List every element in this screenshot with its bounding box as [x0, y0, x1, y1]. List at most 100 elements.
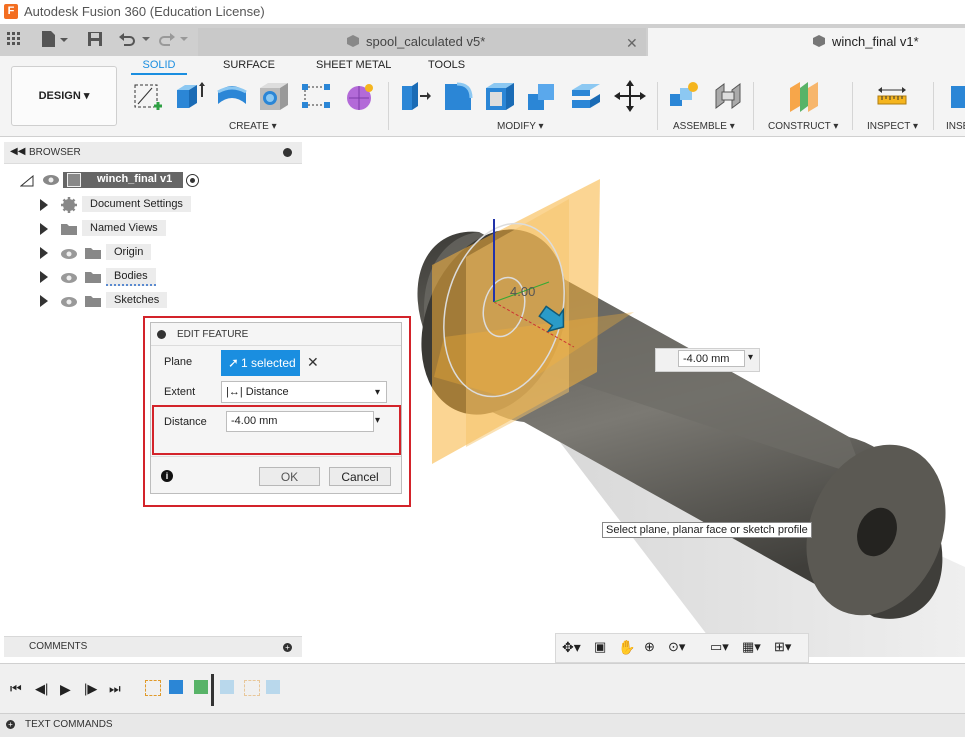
folder-icon	[60, 222, 78, 239]
plane-label: Plane	[164, 356, 193, 368]
eye-icon[interactable]	[60, 272, 78, 287]
info-icon[interactable]: i	[161, 470, 173, 482]
expand-arrow-icon[interactable]	[40, 295, 48, 307]
create-menu[interactable]: CREATE ▾	[229, 121, 277, 132]
inspect-menu[interactable]: INSPECT ▾	[867, 121, 918, 132]
offset-face-icon[interactable]	[570, 80, 602, 112]
chevron-down-icon[interactable]: ▾	[748, 352, 753, 363]
tab-tools[interactable]: TOOLS	[428, 59, 465, 71]
clear-selection-icon[interactable]: ✕	[307, 354, 319, 371]
divider	[151, 456, 401, 457]
text-commands-title[interactable]: TEXT COMMANDS	[25, 719, 113, 730]
expand-arrow-icon[interactable]	[40, 247, 48, 259]
sidebar-item-bodies[interactable]: Bodies	[106, 268, 156, 286]
modify-menu[interactable]: MODIFY ▾	[497, 121, 544, 132]
step-back-icon[interactable]: ◀|	[35, 681, 48, 697]
sidebar-item-origin[interactable]: Origin	[106, 244, 152, 260]
cancel-button[interactable]: Cancel	[329, 467, 391, 486]
pan-icon[interactable]: ✋	[618, 639, 635, 656]
step-forward-icon[interactable]: |▶	[84, 681, 97, 697]
tab-surface[interactable]: SURFACE	[223, 59, 275, 71]
minimize-icon[interactable]	[283, 148, 292, 157]
zoom-window-icon[interactable]: ⊙▾	[668, 639, 685, 655]
timeline-sketch-icon[interactable]	[145, 680, 161, 696]
pattern-icon[interactable]	[300, 80, 332, 112]
file-icon[interactable]	[40, 30, 68, 51]
separator	[933, 82, 934, 130]
hole-icon[interactable]	[258, 80, 290, 112]
fillet-icon[interactable]	[442, 80, 474, 112]
timeline-sketch-icon[interactable]	[244, 680, 260, 696]
joint-icon[interactable]	[712, 80, 744, 112]
sidebar-item-document-settings[interactable]: Document Settings	[82, 196, 191, 212]
tab-solid[interactable]: SOLID	[131, 59, 187, 75]
zoom-icon[interactable]: ⊕	[644, 639, 655, 655]
plane-selection-button[interactable]: ➚ 1 selected	[221, 350, 300, 376]
floating-distance-input: -4.00 mm ▾	[655, 348, 760, 372]
workspace-switcher-button[interactable]: DESIGN ▾	[11, 66, 117, 126]
dialog-header: EDIT FEATURE	[151, 323, 401, 346]
shell-icon[interactable]	[484, 80, 516, 112]
look-at-icon[interactable]: ▣	[594, 639, 606, 655]
expand-arrow-icon[interactable]	[40, 271, 48, 283]
extrude-icon[interactable]	[174, 80, 206, 112]
timeline-plane-icon[interactable]	[194, 680, 208, 694]
offset-plane-icon[interactable]	[788, 80, 820, 112]
timeline-feature-icon[interactable]	[266, 680, 280, 694]
collapse-icon[interactable]: ◀◀	[10, 146, 25, 157]
comments-panel-header: COMMENTS +	[4, 636, 302, 657]
tab-sheet-metal[interactable]: SHEET METAL	[316, 59, 391, 71]
eye-icon[interactable]	[60, 248, 78, 263]
activate-icon[interactable]	[186, 174, 199, 187]
insert-menu[interactable]: INSE	[946, 121, 965, 132]
grid-settings-icon[interactable]: ▦▾	[742, 639, 761, 655]
chevron-down-icon: ▾	[375, 387, 381, 398]
go-to-end-icon[interactable]: ⏭	[109, 681, 121, 697]
comments-title: COMMENTS	[29, 641, 88, 652]
combine-icon[interactable]	[526, 80, 558, 112]
press-pull-icon[interactable]	[400, 80, 432, 112]
separator	[657, 82, 658, 130]
browser-root-item[interactable]: winch_final v1	[63, 172, 183, 188]
orbit-icon[interactable]: ✥▾	[562, 639, 581, 656]
redo-icon[interactable]	[158, 31, 192, 50]
sidebar-item-sketches[interactable]: Sketches	[106, 292, 168, 308]
measure-icon[interactable]	[876, 80, 908, 112]
go-to-start-icon[interactable]: ⏮	[10, 681, 22, 697]
eye-icon[interactable]	[60, 296, 78, 311]
add-comment-icon[interactable]: +	[283, 643, 292, 652]
separator	[753, 82, 754, 130]
eye-icon[interactable]	[42, 174, 60, 189]
save-icon[interactable]	[87, 31, 103, 50]
construct-menu[interactable]: CONSTRUCT ▾	[768, 121, 838, 132]
display-settings-icon[interactable]: ▭▾	[710, 639, 729, 655]
sidebar-item-named-views[interactable]: Named Views	[82, 220, 166, 236]
collapse-dialog-icon[interactable]	[157, 330, 166, 339]
apps-grid-icon[interactable]	[6, 31, 22, 50]
expand-icon[interactable]: +	[6, 720, 15, 729]
expand-arrow-icon[interactable]	[40, 199, 48, 211]
browser-panel-header: ◀◀ BROWSER	[4, 142, 302, 164]
create-sketch-icon[interactable]	[132, 80, 164, 112]
timeline-feature-icon[interactable]	[220, 680, 234, 694]
timeline-extrude-icon[interactable]	[169, 680, 183, 694]
move-copy-icon[interactable]	[614, 80, 646, 112]
assemble-menu[interactable]: ASSEMBLE ▾	[673, 121, 735, 132]
viewports-icon[interactable]: ⊞▾	[774, 639, 791, 655]
timeline-bar: ⏮ ◀| ▶ |▶ ⏭	[0, 663, 965, 714]
floating-distance-field[interactable]: -4.00 mm	[678, 350, 745, 367]
tab-label: spool_calculated v5*	[366, 34, 486, 49]
revolve-icon[interactable]	[216, 80, 248, 112]
timeline-marker[interactable]	[211, 674, 214, 706]
extent-select[interactable]: |↔| Distance ▾	[221, 381, 387, 403]
play-icon[interactable]: ▶	[60, 681, 71, 698]
ok-button[interactable]: OK	[259, 467, 320, 486]
expand-arrow-icon[interactable]	[40, 223, 48, 235]
expand-icon[interactable]	[19, 174, 34, 190]
dialog-title: EDIT FEATURE	[177, 329, 249, 340]
undo-icon[interactable]	[118, 31, 152, 50]
close-tab-icon[interactable]: ✕	[626, 35, 638, 52]
new-component-icon[interactable]	[668, 80, 700, 112]
create-form-icon[interactable]	[344, 80, 376, 112]
insert-icon[interactable]	[949, 80, 965, 112]
